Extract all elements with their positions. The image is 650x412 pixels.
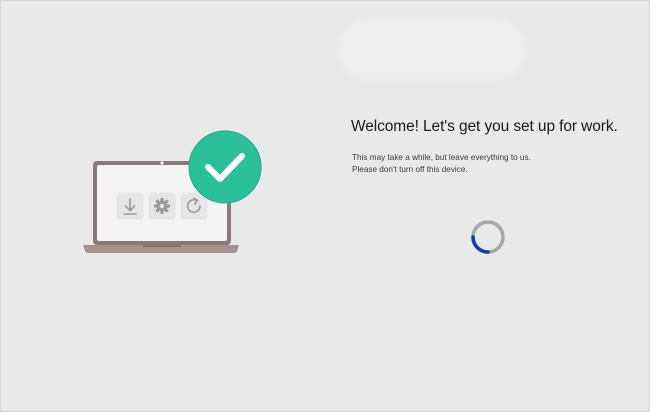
refresh-icon (180, 192, 208, 220)
blurred-logo-placeholder (339, 19, 525, 79)
page-title: Welcome! Let's get you set up for work. (351, 118, 618, 135)
checkmark-icon (188, 130, 262, 204)
download-icon (116, 192, 144, 220)
gear-icon (148, 192, 176, 220)
description-line-2: Please don't turn off this device. (352, 164, 468, 174)
loading-spinner (471, 220, 505, 254)
description-line-1: This may take a while, but leave everyth… (352, 153, 531, 162)
setup-description: This may take a while, but leave everyth… (352, 152, 531, 175)
laptop-setup-illustration (83, 130, 262, 253)
oobe-window: Welcome! Let's get you set up for work. … (0, 0, 650, 412)
